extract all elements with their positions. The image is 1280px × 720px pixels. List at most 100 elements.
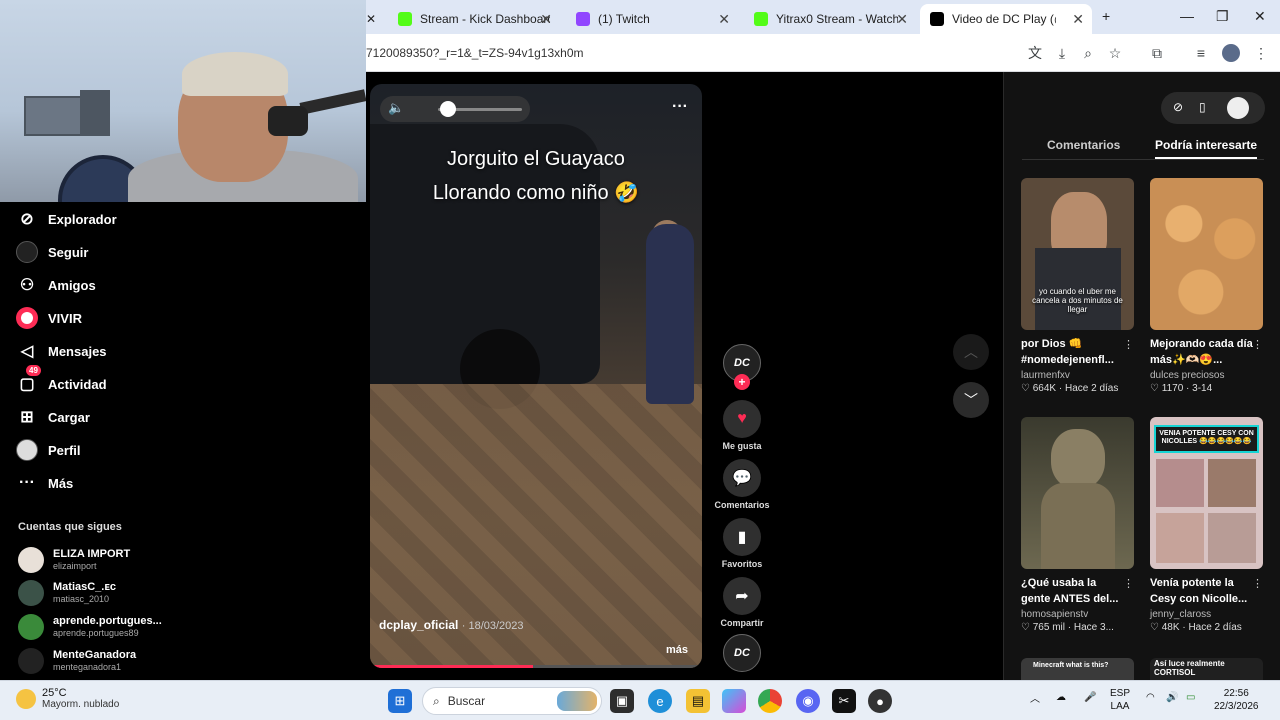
close-icon[interactable]: ✕ bbox=[718, 11, 730, 28]
nav-item-amigos[interactable]: ⚇ Amigos bbox=[16, 274, 96, 296]
battery-icon[interactable]: ▭ bbox=[1186, 691, 1195, 704]
menu-dots-icon[interactable]: ⋮ bbox=[1252, 44, 1270, 62]
zoom-icon[interactable]: ⌕ bbox=[1079, 44, 1097, 62]
close-icon[interactable]: ✕ bbox=[1072, 11, 1084, 28]
speaker-icon[interactable]: 🔈 bbox=[388, 100, 404, 116]
like-button[interactable]: ♥ bbox=[723, 400, 761, 438]
file-explorer-icon[interactable]: ▤ bbox=[686, 689, 710, 713]
media-control-icon[interactable]: ≡ bbox=[1192, 44, 1210, 62]
card-menu-icon[interactable]: ⋮ bbox=[1123, 338, 1134, 351]
clock[interactable]: 22:56 22/3/2026 bbox=[1214, 687, 1259, 713]
card-menu-icon[interactable]: ⋮ bbox=[1252, 577, 1263, 590]
phone-icon[interactable]: ▯ bbox=[1199, 100, 1206, 114]
nav-item-actividad[interactable]: ▢ 49 Actividad bbox=[16, 365, 107, 395]
next-video-button[interactable]: ﹀ bbox=[953, 382, 989, 418]
cloud-icon[interactable]: ☁ bbox=[1056, 691, 1066, 704]
maximize-icon[interactable]: ❐ bbox=[1216, 8, 1229, 25]
video-thumbnail[interactable] bbox=[1150, 178, 1263, 330]
volume-slider-handle[interactable] bbox=[440, 101, 457, 117]
nav-item-cargar[interactable]: ⊞ Cargar bbox=[16, 406, 90, 428]
tab-kick-dashboard[interactable]: Stream - Kick Dashboard ✕ bbox=[388, 4, 560, 34]
tab-comentarios[interactable]: Comentarios bbox=[1047, 138, 1120, 152]
recommended-video-card[interactable]: Mejorando cada día más✨🫶🏻😍... dulces pre… bbox=[1150, 178, 1263, 394]
tab-twitch[interactable]: (1) Twitch ✕ bbox=[566, 4, 738, 34]
nav-item-mensajes[interactable]: ◁ Mensajes bbox=[16, 340, 107, 362]
favorites-button[interactable]: ▮ bbox=[723, 518, 761, 556]
wifi-icon[interactable]: ◠ bbox=[1146, 691, 1155, 704]
video-progress-bar[interactable] bbox=[370, 665, 702, 668]
video-thumbnail[interactable] bbox=[1021, 417, 1134, 569]
windows-start-icon[interactable]: ⊞ bbox=[388, 689, 412, 713]
window-close-icon[interactable]: ✕ bbox=[1254, 8, 1266, 25]
taskbar: 25°C Mayorm. nublado ⊞ ⌕ Buscar ▣ e ▤ ◉ … bbox=[0, 680, 1280, 720]
follow-plus-icon[interactable]: + bbox=[734, 374, 750, 390]
task-view-icon[interactable]: ▣ bbox=[610, 689, 634, 713]
nav-item-mas[interactable]: ··· Más bbox=[16, 472, 73, 494]
live-icon bbox=[16, 307, 38, 329]
sound-avatar[interactable]: DC bbox=[723, 634, 761, 672]
video-more-link[interactable]: más bbox=[666, 644, 688, 656]
chrome-icon[interactable] bbox=[758, 689, 782, 713]
install-app-icon[interactable]: ⤓ bbox=[1053, 44, 1071, 62]
video-author[interactable]: dcplay_oficial · 18/03/2023 bbox=[379, 618, 524, 632]
close-icon[interactable]: ✕ bbox=[366, 12, 376, 26]
recommended-video-card[interactable]: Así luce realmente CORTISOL bbox=[1150, 658, 1263, 680]
card-menu-icon[interactable]: ⋮ bbox=[1252, 338, 1263, 351]
volume-icon[interactable]: 🔊 bbox=[1166, 691, 1178, 704]
comments-button[interactable]: 💬 bbox=[723, 459, 761, 497]
share-label: Compartir bbox=[720, 618, 764, 628]
side-panel: ⊘ ▯ Comentarios Podría interesarte yo cu… bbox=[1003, 72, 1280, 680]
nav-item-seguir[interactable]: Seguir bbox=[16, 241, 88, 263]
discord-icon[interactable]: ◉ bbox=[796, 689, 820, 713]
followed-account[interactable]: aprende.portugues... aprende.portugues89 bbox=[18, 614, 162, 640]
recommended-video-card[interactable]: yo cuando el uber me cancela a dos minut… bbox=[1021, 178, 1134, 394]
close-icon[interactable]: ✕ bbox=[540, 11, 552, 28]
video-thumbnail[interactable]: Así luce realmente CORTISOL bbox=[1150, 658, 1263, 680]
recommended-video-card[interactable]: ¿Qué usaba la gente ANTES del... homosap… bbox=[1021, 417, 1134, 633]
tab-podria-interesarte[interactable]: Podría interesarte bbox=[1155, 138, 1258, 159]
video-more-options-icon[interactable]: ··· bbox=[672, 98, 688, 116]
nav-item-explorador[interactable]: ⊘ Explorador bbox=[16, 208, 116, 230]
previous-video-button[interactable]: ︿ bbox=[953, 334, 989, 370]
followed-account[interactable]: MenteGanadora menteganadora1 bbox=[18, 648, 136, 674]
bookmark-star-icon[interactable]: ☆ bbox=[1106, 44, 1124, 62]
share-button[interactable]: ➦ bbox=[723, 577, 761, 615]
capcut-icon[interactable]: ✂ bbox=[832, 689, 856, 713]
taskbar-search[interactable]: ⌕ Buscar bbox=[422, 687, 602, 715]
video-scene-child bbox=[646, 224, 694, 404]
tab-yitrax-stream[interactable]: Yitrax0 Stream - Watch Live ✕ bbox=[744, 4, 916, 34]
copilot-icon[interactable] bbox=[722, 689, 746, 713]
chevron-up-icon[interactable]: ︿ bbox=[1030, 693, 1040, 706]
language-indicator[interactable]: ESP LAA bbox=[1110, 687, 1130, 713]
url-field[interactable]: 7120089350?_r=1&_t=ZS-94v1g13xh0m bbox=[366, 46, 584, 60]
extensions-icon[interactable]: ⧉ bbox=[1148, 44, 1166, 62]
card-stats: ♡ 765 mil · Hace 3... bbox=[1021, 622, 1114, 633]
weather-widget[interactable]: 25°C Mayorm. nublado bbox=[16, 687, 119, 710]
tab-tiktok-video[interactable]: Video de DC Play (@dcplay_oficial) ✕ bbox=[920, 4, 1092, 34]
profile-avatar-icon[interactable] bbox=[1227, 97, 1249, 119]
volume-control[interactable]: 🔈 bbox=[380, 96, 530, 122]
followed-account[interactable]: ELIZA IMPORT elizaimport bbox=[18, 547, 130, 573]
recommended-video-card[interactable]: VENIA POTENTE CESY CON NICOLLES 😂😂😂😂😂😂 V… bbox=[1150, 417, 1263, 633]
compass-icon[interactable]: ⊘ bbox=[1173, 100, 1183, 114]
recommended-video-card[interactable]: Minecraft what is this? bbox=[1021, 658, 1134, 680]
translate-icon[interactable]: 文 bbox=[1026, 44, 1044, 62]
profile-avatar-icon[interactable] bbox=[1222, 44, 1240, 62]
card-stats: ♡ 664K · Hace 2 días bbox=[1021, 383, 1119, 394]
card-menu-icon[interactable]: ⋮ bbox=[1123, 577, 1134, 590]
new-tab-icon[interactable]: + bbox=[1102, 8, 1110, 24]
nav-item-perfil[interactable]: Perfil bbox=[16, 439, 81, 461]
video-thumbnail[interactable]: yo cuando el uber me cancela a dos minut… bbox=[1021, 178, 1134, 330]
obs-icon[interactable]: ● bbox=[868, 689, 892, 713]
nav-item-vivir[interactable]: VIVIR bbox=[16, 307, 82, 329]
minimize-icon[interactable]: — bbox=[1180, 8, 1194, 24]
video-player[interactable]: Jorguito el Guayaco Llorando como niño 🤣… bbox=[370, 84, 702, 668]
video-thumbnail[interactable]: Minecraft what is this? bbox=[1021, 658, 1134, 680]
video-thumbnail[interactable]: VENIA POTENTE CESY CON NICOLLES 😂😂😂😂😂😂 bbox=[1150, 417, 1263, 569]
followed-account[interactable]: MatiasC_.ᴇᴄ matiasc_2010 bbox=[18, 580, 116, 606]
tab-close-partial[interactable]: ✕ bbox=[366, 4, 386, 34]
close-icon[interactable]: ✕ bbox=[896, 11, 908, 28]
video-progress-fill bbox=[370, 665, 533, 668]
edge-icon[interactable]: e bbox=[648, 689, 672, 713]
microphone-icon[interactable]: 🎤 bbox=[1084, 691, 1096, 704]
